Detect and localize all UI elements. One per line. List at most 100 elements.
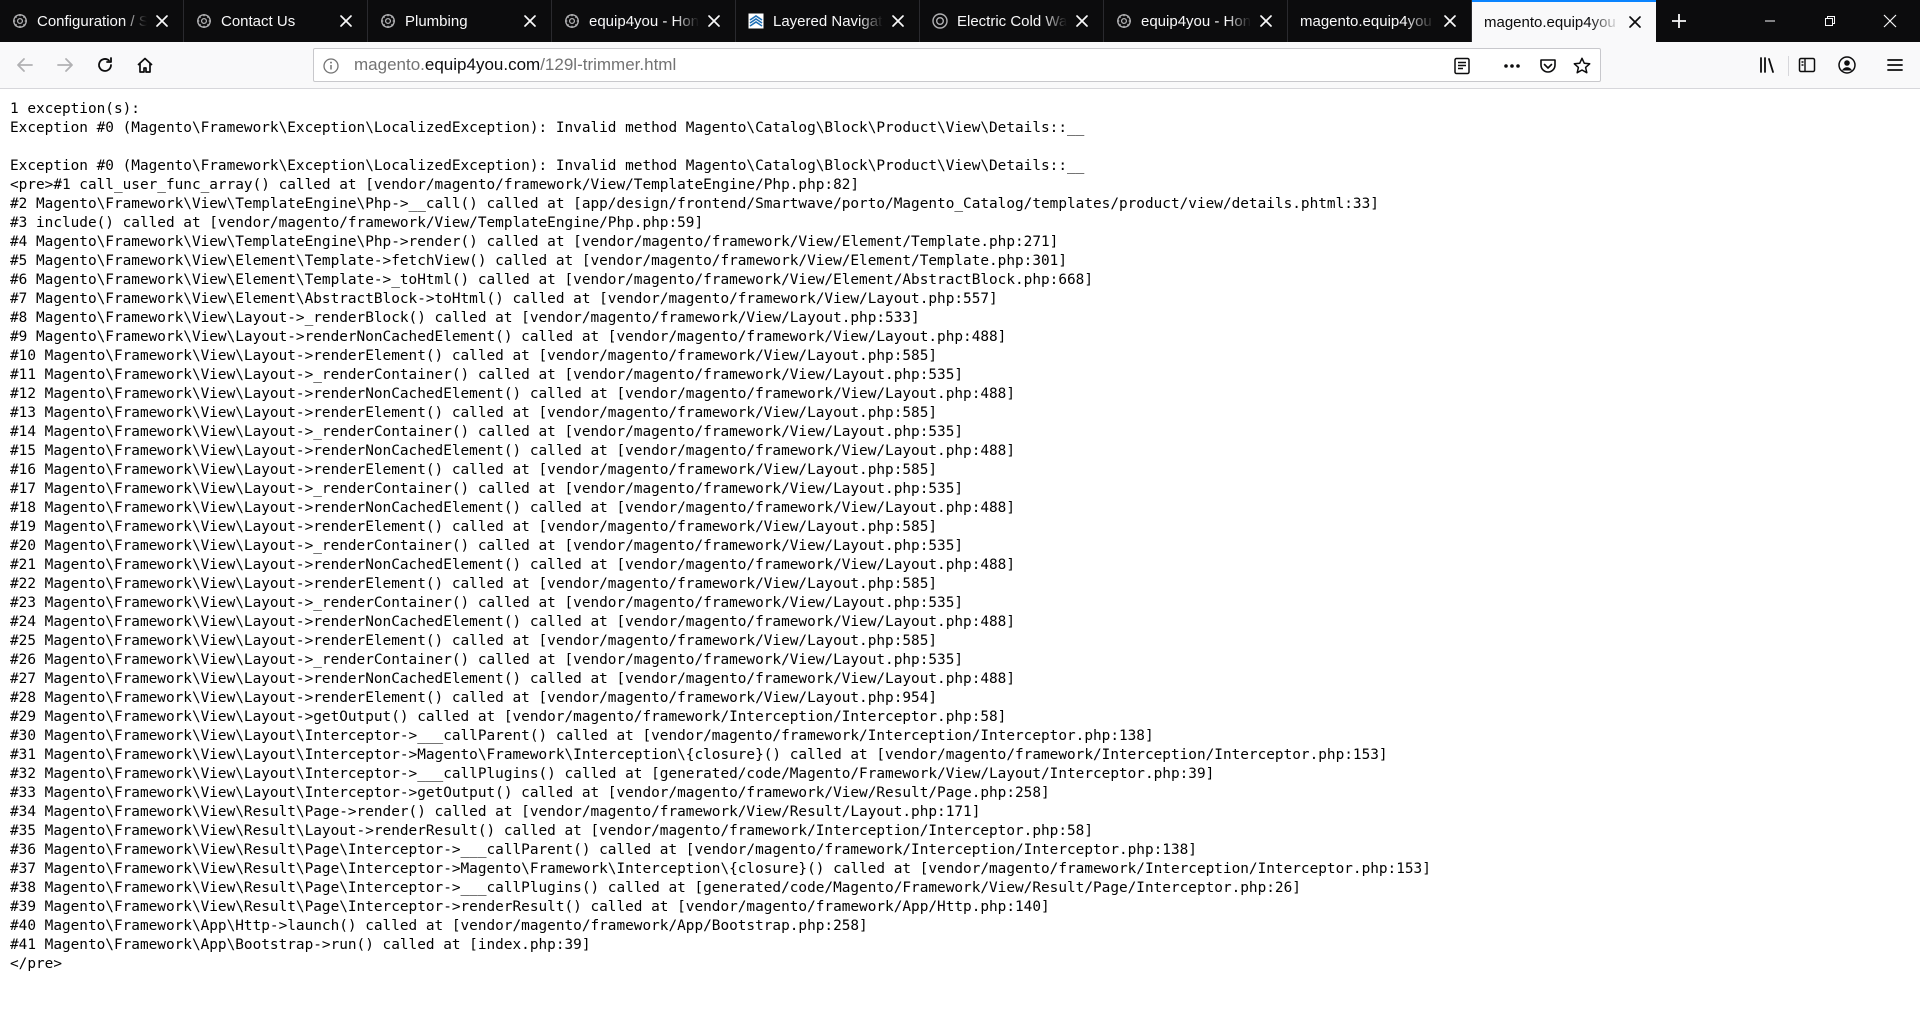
- trace-line: </pre>: [10, 956, 62, 972]
- reader-view-icon[interactable]: [1450, 54, 1474, 78]
- tab-4[interactable]: Layered Navigat: [736, 0, 920, 42]
- tab-6[interactable]: equip4you - Hon: [1104, 0, 1288, 42]
- new-tab-button[interactable]: [1656, 0, 1702, 42]
- library-icon: [1758, 55, 1778, 75]
- trace-line: #40 Magento\Framework\App\Http->launch()…: [10, 918, 868, 934]
- tab-strip: Configuration / S Contact Us Plumbing equip…: [0, 0, 1920, 42]
- url-domain: equip4you.com: [424, 55, 541, 74]
- tab-close-button[interactable]: [703, 10, 725, 32]
- close-icon: [708, 15, 720, 27]
- reload-icon: [95, 55, 115, 75]
- url-prefix: magento.: [354, 55, 425, 74]
- tab-title: Plumbing: [405, 12, 468, 30]
- trace-line: #33 Magento\Framework\View\Layout\Interc…: [10, 785, 1050, 801]
- reload-button[interactable]: [88, 48, 122, 82]
- magento-gear-icon: [196, 13, 212, 29]
- window-controls: [1740, 0, 1920, 42]
- trace-line: #32 Magento\Framework\View\Layout\Interc…: [10, 766, 1215, 782]
- close-icon: [1260, 15, 1272, 27]
- trace-line: Exception #0 (Magento\Framework\Exceptio…: [10, 120, 1085, 136]
- trace-line: #13 Magento\Framework\View\Layout->rende…: [10, 405, 938, 421]
- close-window-button[interactable]: [1860, 0, 1920, 42]
- account-button[interactable]: [1830, 48, 1864, 82]
- close-icon: [524, 15, 536, 27]
- trace-line: #38 Magento\Framework\View\Result\Page\I…: [10, 880, 1301, 896]
- tab-close-button[interactable]: [1624, 11, 1646, 33]
- site-info-icon[interactable]: [322, 57, 340, 75]
- close-icon: [340, 15, 352, 27]
- tab-title: Electric Cold Wa: [957, 12, 1067, 30]
- address-bar[interactable]: magento.equip4you.com/129l-trimmer.html: [313, 48, 1789, 82]
- tab-close-button[interactable]: [1071, 10, 1093, 32]
- tab-7[interactable]: magento.equip4you: [1288, 0, 1472, 42]
- page-actions-icon[interactable]: [1500, 54, 1524, 78]
- address-bar-separator: [1788, 56, 1789, 76]
- trace-line: #29 Magento\Framework\View\Layout->getOu…: [10, 709, 1007, 725]
- trace-line: #7 Magento\Framework\View\Element\Abstra…: [10, 291, 998, 307]
- tab-2[interactable]: Plumbing: [368, 0, 552, 42]
- trace-line: #15 Magento\Framework\View\Layout->rende…: [10, 443, 1016, 459]
- trace-line: #10 Magento\Framework\View\Layout->rende…: [10, 348, 938, 364]
- back-arrow-icon: [15, 55, 35, 75]
- trace-line: #20 Magento\Framework\View\Layout->_rend…: [10, 538, 964, 554]
- trace-line: #17 Magento\Framework\View\Layout->_rend…: [10, 481, 964, 497]
- home-icon: [135, 55, 155, 75]
- tab-title: magento.equip4you: [1300, 12, 1432, 30]
- close-icon: [1883, 14, 1897, 28]
- trace-line: #28 Magento\Framework\View\Layout->rende…: [10, 690, 938, 706]
- sidebar-icon: [1797, 55, 1817, 75]
- tab-title: equip4you - Hon: [1141, 12, 1251, 30]
- trace-line: #34 Magento\Framework\View\Result\Page->…: [10, 804, 981, 820]
- trace-line: #14 Magento\Framework\View\Layout->_rend…: [10, 424, 964, 440]
- tab-close-button[interactable]: [519, 10, 541, 32]
- home-button[interactable]: [128, 48, 162, 82]
- tab-close-button[interactable]: [335, 10, 357, 32]
- close-icon: [1076, 15, 1088, 27]
- tab-close-button[interactable]: [151, 10, 173, 32]
- tab-3[interactable]: equip4you - Hon: [552, 0, 736, 42]
- url-text[interactable]: magento.equip4you.com/129l-trimmer.html: [354, 49, 676, 81]
- tab-8[interactable]: magento.equip4you: [1472, 0, 1656, 42]
- back-button[interactable]: [8, 48, 42, 82]
- trace-line: 1 exception(s):: [10, 101, 140, 117]
- forward-button[interactable]: [48, 48, 82, 82]
- trace-line: #24 Magento\Framework\View\Layout->rende…: [10, 614, 1016, 630]
- trace-line: Exception #0 (Magento\Framework\Exceptio…: [10, 158, 1085, 174]
- trace-line: #9 Magento\Framework\View\Layout->render…: [10, 329, 1007, 345]
- tab-1[interactable]: Contact Us: [184, 0, 368, 42]
- trace-line: #25 Magento\Framework\View\Layout->rende…: [10, 633, 938, 649]
- sidebar-button[interactable]: [1790, 48, 1824, 82]
- trace-line: #19 Magento\Framework\View\Layout->rende…: [10, 519, 938, 535]
- tab-close-button[interactable]: [887, 10, 909, 32]
- tab-title: Configuration / S: [37, 12, 147, 30]
- trace-line: <pre>#1 call_user_func_array() called at…: [10, 177, 860, 193]
- menu-button[interactable]: [1878, 48, 1912, 82]
- trace-line: #26 Magento\Framework\View\Layout->_rend…: [10, 652, 964, 668]
- pocket-icon[interactable]: [1536, 54, 1560, 78]
- account-icon: [1837, 55, 1857, 75]
- tab-close-button[interactable]: [1439, 10, 1461, 32]
- trace-line: #18 Magento\Framework\View\Layout->rende…: [10, 500, 1016, 516]
- trace-line: [10, 138, 1431, 157]
- tab-title: Layered Navigat: [773, 12, 883, 30]
- circle-logo-icon: [932, 13, 948, 29]
- trace-line: #39 Magento\Framework\View\Result\Page\I…: [10, 899, 1050, 915]
- bookmark-star-icon[interactable]: [1570, 54, 1594, 78]
- tab-0[interactable]: Configuration / S: [0, 0, 184, 42]
- tab-close-button[interactable]: [1255, 10, 1277, 32]
- trace-line: #31 Magento\Framework\View\Layout\Interc…: [10, 747, 1388, 763]
- close-icon: [1444, 15, 1456, 27]
- trace-line: #2 Magento\Framework\View\TemplateEngine…: [10, 196, 1379, 212]
- minimize-icon: [1764, 15, 1776, 27]
- tab-5[interactable]: Electric Cold Wa: [920, 0, 1104, 42]
- restore-button[interactable]: [1800, 0, 1860, 42]
- trace-line: #4 Magento\Framework\View\TemplateEngine…: [10, 234, 1059, 250]
- navigation-toolbar: magento.equip4you.com/129l-trimmer.html: [0, 42, 1920, 89]
- tab-title: Contact Us: [221, 12, 296, 30]
- magento-gear-icon: [1116, 13, 1132, 29]
- library-button[interactable]: [1751, 48, 1785, 82]
- plus-icon: [1670, 12, 1688, 30]
- minimize-button[interactable]: [1740, 0, 1800, 42]
- tab-list: Configuration / S Contact Us Plumbing equip…: [0, 0, 1656, 42]
- trace-line: #37 Magento\Framework\View\Result\Page\I…: [10, 861, 1431, 877]
